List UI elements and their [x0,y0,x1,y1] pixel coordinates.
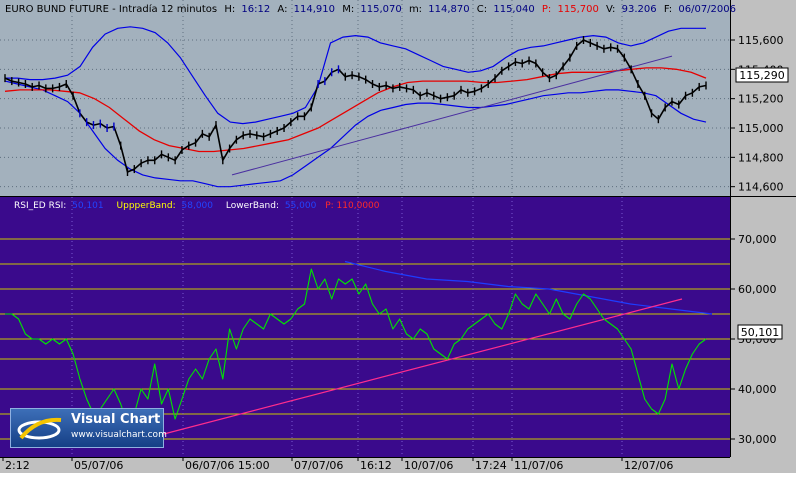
chart-canvas: 115,600115,400115,200115,000114,800114,6… [0,0,796,473]
header-low-label: m: [409,4,422,15]
x-tick-label: 12/07/06 [624,459,673,472]
rsi-header-p: P: 110,0000 [325,201,380,211]
header-symbol: EURO BUND FUTURE - Intradía 12 minutos [5,3,217,15]
price-header: EURO BUND FUTURE - Intradía 12 minutos H… [5,3,736,15]
header-date-label: F: [664,4,672,15]
rsi-y-tick-label: 30,000 [738,433,777,446]
rsi-y-tick-label: 70,000 [738,233,777,246]
x-tick-label: 2:12 [5,459,30,472]
x-tick-label: 10/07/06 [404,459,453,472]
x-tick-label: 11/07/06 [514,459,563,472]
rsi-header-upper-label: UppperBand: [117,201,176,211]
header-open: 114,910 [294,4,335,15]
header-p-label: P: [542,4,551,15]
x-tick-label: 16:12 [360,459,392,472]
header-high-label: M: [342,4,354,15]
header-high: 115,070 [360,4,401,15]
price-y-tick-label: 114,800 [738,151,784,164]
header-hour-label: H: [224,4,235,15]
rsi-y-tick-label: 60,000 [738,283,777,296]
visual-chart-logo: Visual Chart www.visualchart.com [10,408,167,448]
header-low: 114,870 [428,4,469,15]
rsi-header: RSI_ED RSI: 50,101 UppperBand: 58,000 Lo… [14,201,380,211]
x-tick-label: 17:24 [475,459,507,472]
header-hour: 16:12 [241,4,270,15]
rsi-header-lower-value: 55,000 [285,201,317,211]
header-p: 115,700 [557,4,598,15]
header-volume-label: V: [606,4,615,15]
price-last-value: 115,290 [739,69,785,82]
header-volume: 93.206 [622,4,657,15]
x-tick-label: 07/07/06 [294,459,343,472]
chart-root: 115,600115,400115,200115,000114,800114,6… [0,0,796,473]
header-date: 06/07/2006 [678,4,736,15]
rsi-y-tick-label: 40,000 [738,383,777,396]
logo-url: www.visualchart.com [71,430,167,440]
x-tick-label: 05/07/06 [74,459,123,472]
price-y-tick-label: 115,200 [738,93,784,106]
x-tick-label: 06/07/06 15:00 [185,459,270,472]
rsi-header-value: 50,101 [72,201,104,211]
price-y-tick-label: 114,600 [738,181,784,194]
rsi-header-lower-label: LowerBand: [226,201,279,211]
price-panel[interactable] [0,0,730,196]
rsi-last-value: 50,101 [741,326,780,339]
header-close-label: C: [477,4,487,15]
visual-chart-swoosh-icon [17,417,62,440]
rsi-header-upper-value: 58,000 [182,201,214,211]
price-y-tick-label: 115,600 [738,34,784,47]
header-open-label: A: [277,4,287,15]
header-close: 115,040 [493,4,534,15]
price-y-tick-label: 115,000 [738,122,784,135]
rsi-header-label: RSI_ED RSI: [14,201,66,211]
logo-title: Visual Chart [71,412,161,427]
